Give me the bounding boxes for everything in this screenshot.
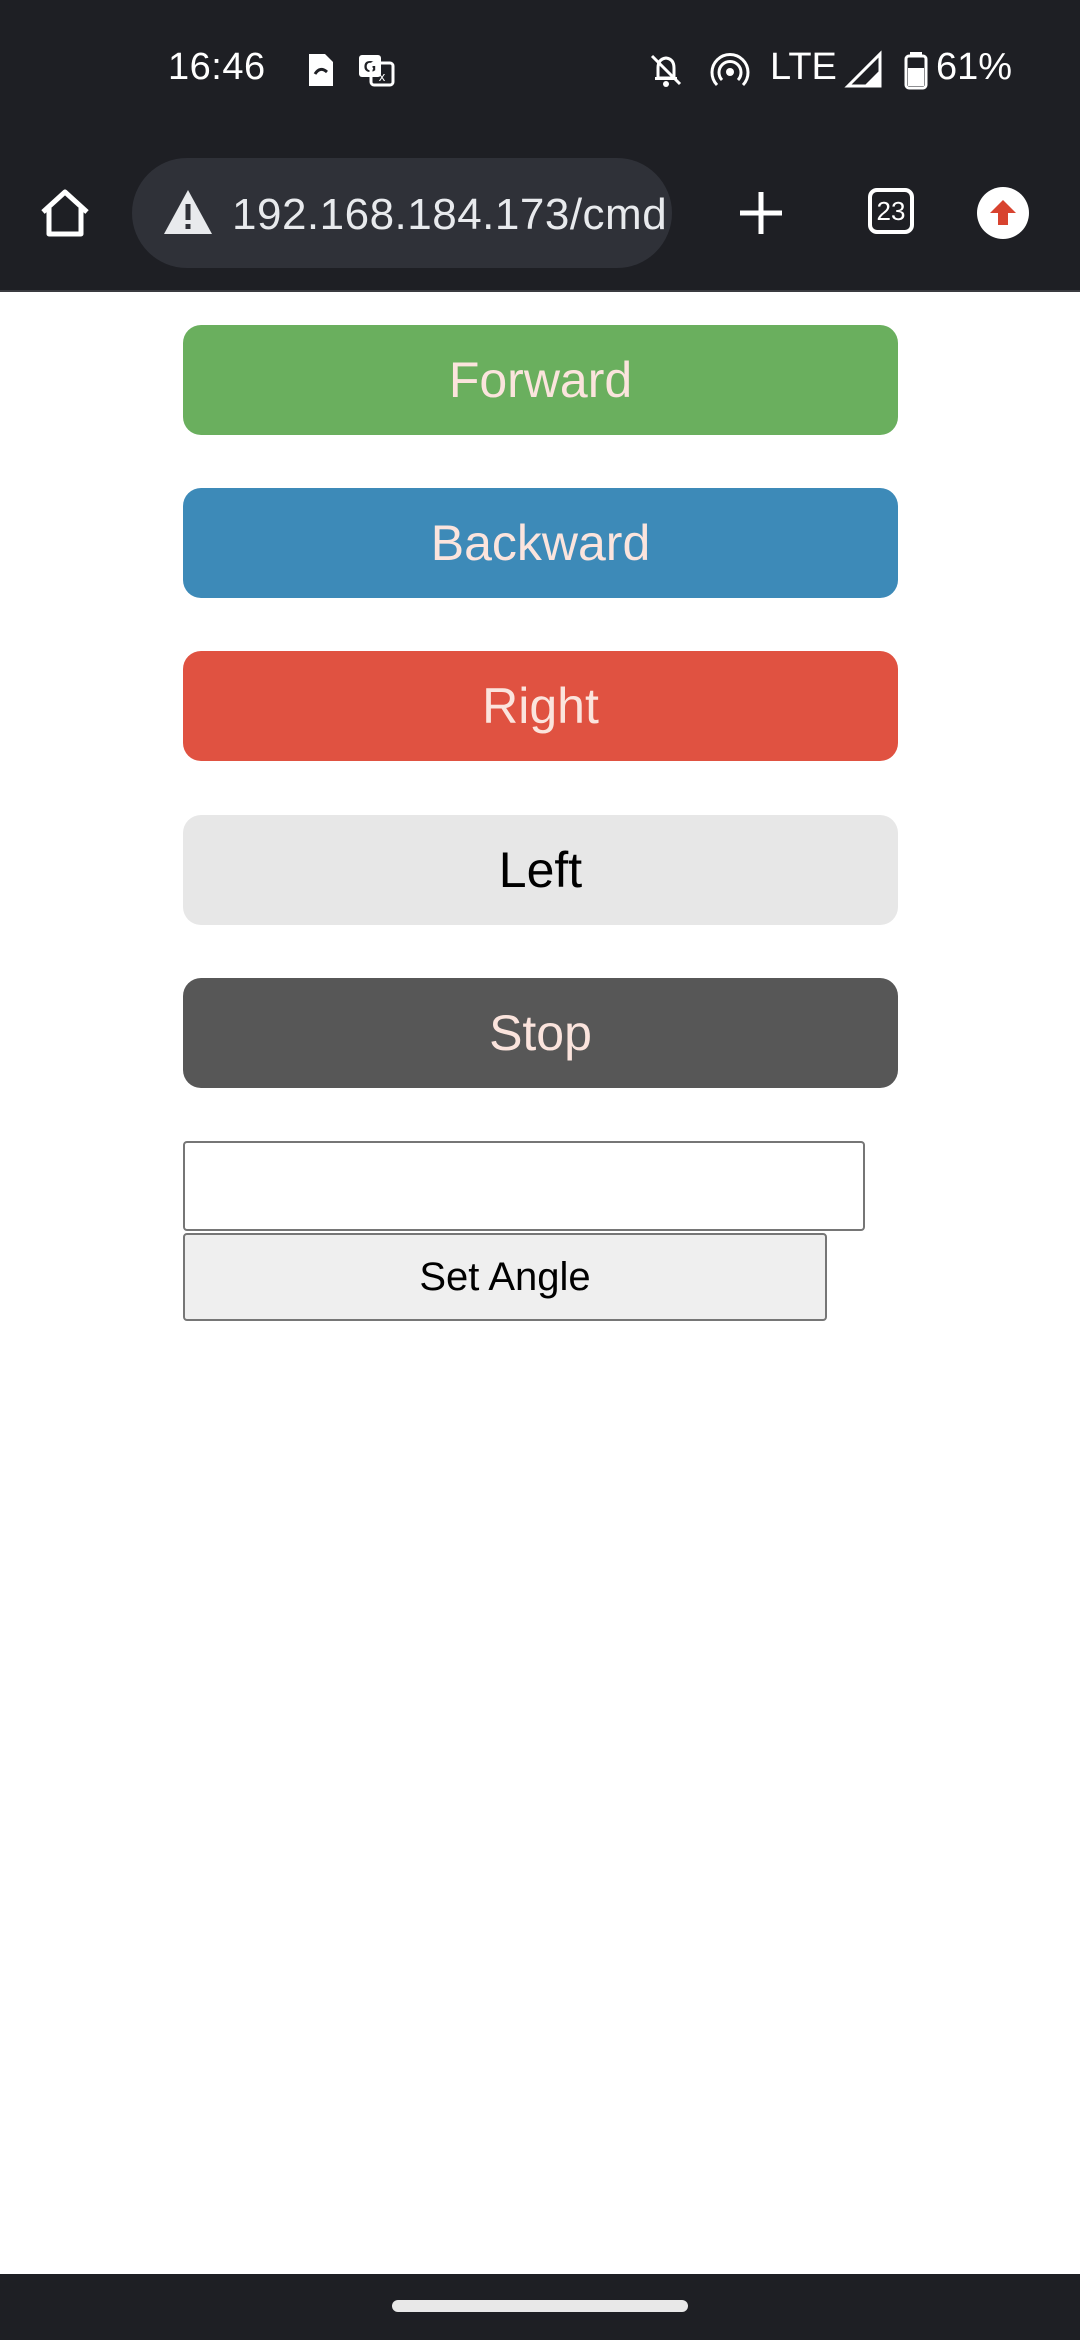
notifications-off-icon — [650, 54, 682, 87]
tabs-icon[interactable]: 23 — [868, 188, 914, 234]
warning-icon[interactable] — [162, 186, 214, 238]
left-button[interactable]: Left — [183, 815, 898, 925]
right-button[interactable]: Right — [183, 651, 898, 761]
signal-icon — [844, 50, 882, 88]
stop-button[interactable]: Stop — [183, 978, 898, 1088]
home-gesture-handle[interactable] — [392, 2300, 688, 2312]
translate-icon: G x — [359, 55, 395, 87]
status-bar: 16:46 G x LTE 61% — [0, 0, 1080, 142]
svg-text:x: x — [379, 69, 386, 84]
update-icon — [990, 200, 1016, 225]
backward-button[interactable]: Backward — [183, 488, 898, 598]
hotspot-icon — [710, 53, 750, 87]
sim-card-icon — [309, 54, 333, 86]
new-tab-icon — [740, 192, 782, 234]
status-time: 16:46 — [168, 46, 266, 88]
home-button[interactable] — [34, 186, 96, 240]
angle-input[interactable] — [183, 1141, 865, 1231]
url-text[interactable]: 192.168.184.173/cmd — [232, 190, 672, 240]
address-bar[interactable]: 192.168.184.173/cmd — [132, 158, 672, 268]
set-angle-button[interactable]: Set Angle — [183, 1233, 827, 1321]
battery-percent: 61% — [936, 46, 1013, 88]
battery-icon — [904, 52, 928, 90]
update-button[interactable] — [977, 187, 1029, 239]
network-type: LTE — [770, 46, 837, 88]
new-tab-button[interactable] — [730, 182, 792, 244]
forward-button[interactable]: Forward — [183, 325, 898, 435]
home-icon — [41, 189, 89, 237]
